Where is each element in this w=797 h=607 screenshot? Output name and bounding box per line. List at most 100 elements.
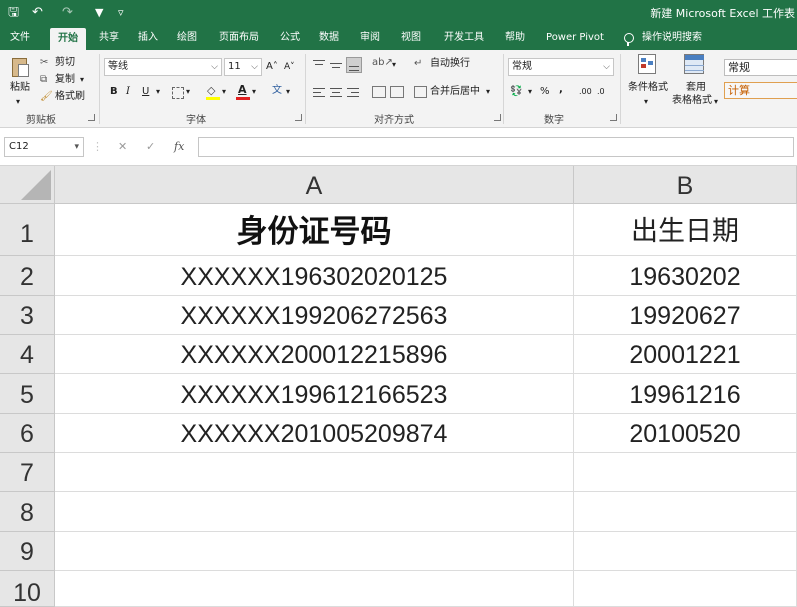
cell-b10[interactable] [574, 571, 797, 607]
filter-icon[interactable]: ▼ [95, 4, 103, 22]
underline-button[interactable]: U [142, 85, 149, 99]
tab-home[interactable]: 开始 [50, 28, 86, 50]
tab-share[interactable]: 共享 [94, 26, 124, 50]
italic-button[interactable]: I [126, 85, 130, 99]
decrease-font-button[interactable]: A˅ [284, 60, 295, 74]
enter-icon[interactable]: ✓ [146, 137, 155, 157]
cell-a8[interactable] [55, 492, 574, 532]
conditional-format-button[interactable]: 条件格式 [628, 81, 668, 95]
borders-icon[interactable] [172, 87, 184, 99]
font-color-dropdown-icon[interactable]: ▾ [252, 85, 256, 99]
cell-b8[interactable] [574, 492, 797, 532]
font-launcher-icon[interactable] [295, 114, 302, 121]
tab-file[interactable]: 文件 [4, 26, 36, 50]
cell-b4[interactable]: 20001221 [574, 335, 797, 374]
alignment-launcher-icon[interactable] [494, 114, 501, 121]
cancel-icon[interactable]: ✕ [118, 137, 127, 157]
merge-center-button[interactable]: 合并后居中 [430, 85, 480, 99]
font-color-icon[interactable]: A [236, 83, 250, 100]
align-middle-icon[interactable] [330, 59, 342, 71]
tab-formulas[interactable]: 公式 [275, 26, 305, 50]
underline-dropdown-icon[interactable]: ▾ [156, 85, 160, 99]
decrease-indent-icon[interactable] [372, 86, 386, 98]
borders-dropdown-icon[interactable]: ▾ [186, 85, 190, 99]
phonetic-button[interactable]: 文 [272, 84, 282, 98]
percent-button[interactable]: % [540, 85, 550, 99]
tab-power-pivot[interactable]: Power Pivot [541, 26, 609, 50]
paste-icon[interactable] [10, 55, 30, 79]
currency-dropdown-icon[interactable]: ▾ [528, 85, 532, 99]
paste-dropdown-icon[interactable]: ▾ [16, 95, 20, 109]
format-as-table-button[interactable]: 表格格式 [672, 94, 712, 108]
cell-a2[interactable]: XXXXXX196302020125 [55, 256, 574, 296]
align-left-icon[interactable] [313, 86, 325, 98]
decrease-decimal-button[interactable]: .0 [597, 85, 605, 99]
cell-a10[interactable] [55, 571, 574, 607]
cell-a3[interactable]: XXXXXX199206272563 [55, 296, 574, 335]
tell-me-search[interactable]: 操作说明搜索 [642, 26, 712, 50]
cell-a6[interactable]: XXXXXX201005209874 [55, 414, 574, 453]
number-launcher-icon[interactable] [610, 114, 617, 121]
cell-b1[interactable]: 出生日期 [574, 204, 797, 256]
copy-dropdown-icon[interactable]: ▾ [80, 73, 84, 87]
cell-a5[interactable]: XXXXXX199612166523 [55, 374, 574, 414]
redo-icon[interactable]: ↷ [62, 4, 73, 22]
row-header-4[interactable]: 4 [0, 335, 55, 374]
insert-function-icon[interactable]: fx [174, 137, 184, 157]
cell-style-normal[interactable]: 常规 [724, 59, 797, 76]
format-painter-button[interactable]: 格式刷 [55, 90, 85, 104]
conditional-format-icon[interactable] [638, 54, 658, 76]
number-format-select[interactable]: 常规 ⌵ [508, 58, 614, 76]
cell-b5[interactable]: 19961216 [574, 374, 797, 414]
tab-review[interactable]: 审阅 [355, 26, 385, 50]
format-as-table-dropdown-icon[interactable]: ▾ [714, 95, 718, 109]
row-header-9[interactable]: 9 [0, 532, 55, 571]
tab-page-layout[interactable]: 页面布局 [214, 26, 264, 50]
row-header-6[interactable]: 6 [0, 414, 55, 453]
cell-a1[interactable]: 身份证号码 [55, 204, 574, 256]
formula-input[interactable] [198, 137, 794, 157]
tab-data[interactable]: 数据 [314, 26, 344, 50]
paste-button[interactable]: 粘贴 [10, 81, 30, 95]
cell-a4[interactable]: XXXXXX200012215896 [55, 335, 574, 374]
font-name-select[interactable]: 等线 ⌵ [104, 58, 222, 76]
tab-developer[interactable]: 开发工具 [438, 26, 490, 50]
cell-b3[interactable]: 19920627 [574, 296, 797, 335]
tab-insert[interactable]: 插入 [133, 26, 163, 50]
font-size-select[interactable]: 11 ⌵ [224, 58, 262, 76]
align-bottom-icon[interactable] [346, 57, 362, 73]
undo-icon[interactable]: ↶ [32, 4, 43, 22]
copy-button[interactable]: 复制 [55, 73, 75, 87]
orientation-icon[interactable]: ab↗ [372, 56, 393, 70]
conditional-dropdown-icon[interactable]: ▾ [644, 95, 648, 109]
cell-a7[interactable] [55, 453, 574, 492]
customize-icon[interactable]: ▿ [118, 4, 124, 22]
format-as-table-top-label[interactable]: 套用 [686, 81, 706, 95]
cell-b9[interactable] [574, 532, 797, 571]
wrap-text-button[interactable]: 自动换行 [430, 57, 470, 71]
select-all-corner[interactable] [0, 166, 55, 204]
orientation-dropdown-icon[interactable]: ▾ [392, 58, 396, 72]
clipboard-launcher-icon[interactable] [88, 114, 95, 121]
save-icon[interactable]: 🖫 [8, 4, 19, 22]
column-header-a[interactable]: A [55, 166, 574, 204]
name-box[interactable]: C12 ▾ [4, 137, 84, 157]
row-header-5[interactable]: 5 [0, 374, 55, 414]
cell-a9[interactable] [55, 532, 574, 571]
column-header-b[interactable]: B [574, 166, 797, 204]
row-header-2[interactable]: 2 [0, 256, 55, 296]
row-header-8[interactable]: 8 [0, 492, 55, 532]
tab-draw[interactable]: 绘图 [172, 26, 202, 50]
cell-b2[interactable]: 19630202 [574, 256, 797, 296]
increase-decimal-button[interactable]: .00 [579, 85, 592, 99]
align-top-icon[interactable] [313, 59, 325, 71]
currency-icon[interactable]: 💱 [510, 85, 522, 99]
row-header-1[interactable]: 1 [0, 204, 55, 256]
cell-b7[interactable] [574, 453, 797, 492]
align-right-icon[interactable] [347, 86, 359, 98]
format-as-table-icon[interactable] [684, 54, 706, 76]
cell-b6[interactable]: 20100520 [574, 414, 797, 453]
merge-dropdown-icon[interactable]: ▾ [486, 85, 490, 99]
fill-color-dropdown-icon[interactable]: ▾ [222, 85, 226, 99]
row-header-10[interactable]: 10 [0, 571, 55, 607]
